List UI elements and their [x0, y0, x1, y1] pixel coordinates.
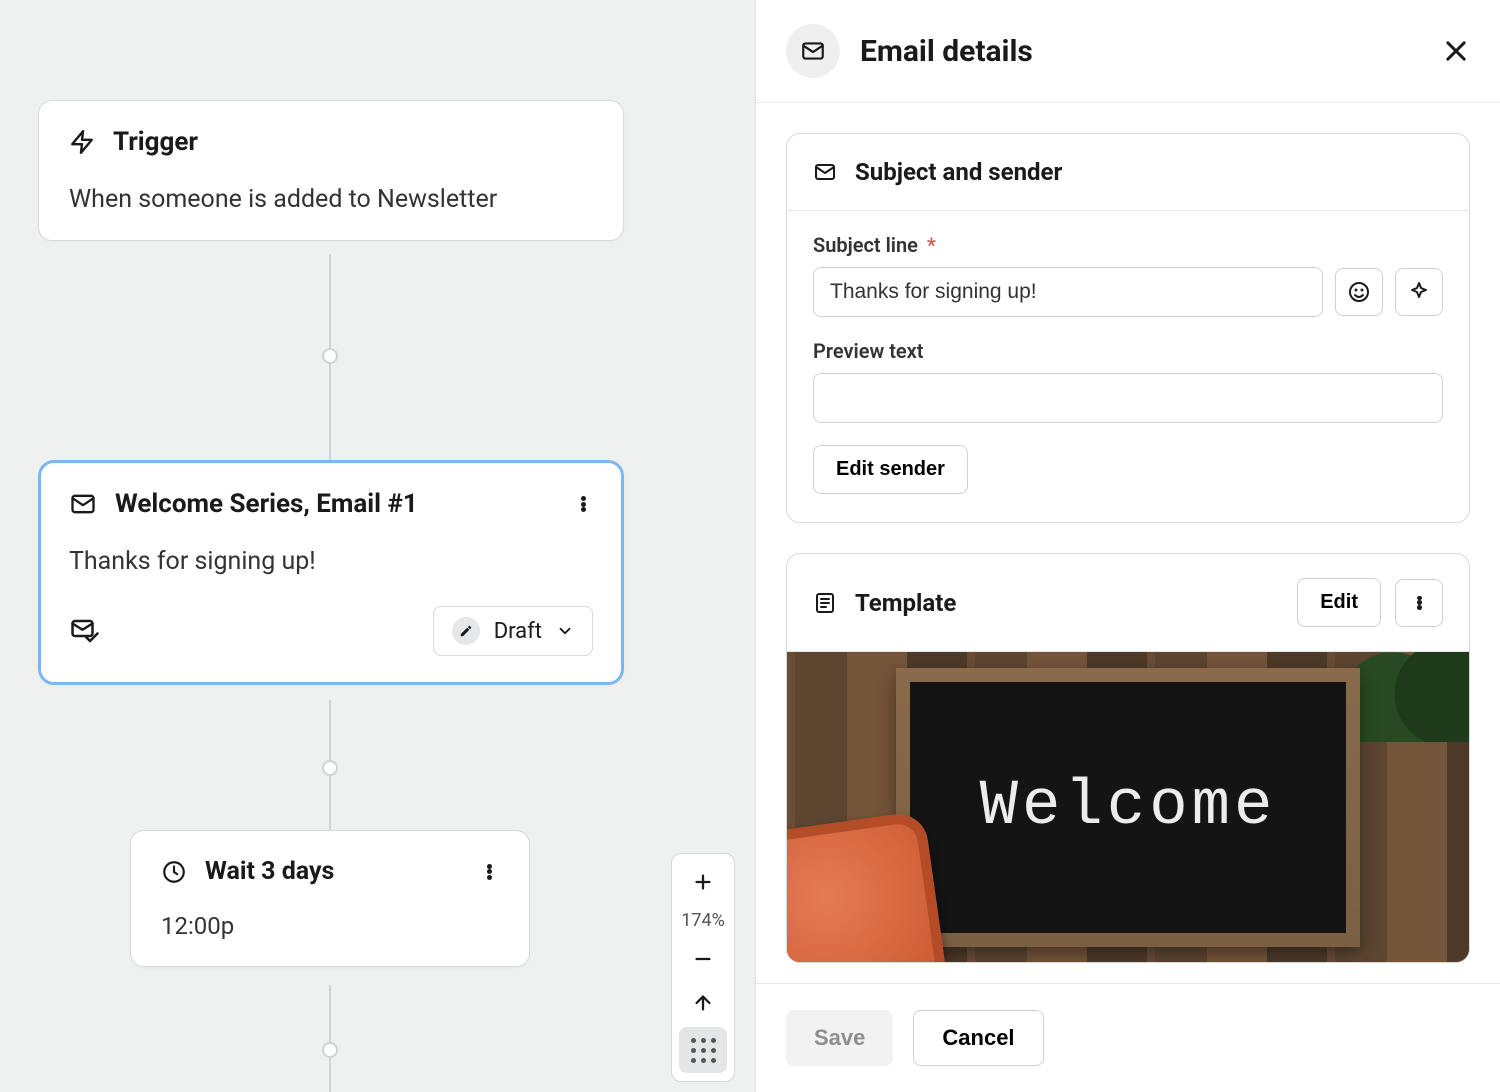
ai-sparkle-button[interactable] [1395, 268, 1443, 316]
trigger-description: When someone is added to Newsletter [69, 185, 593, 214]
mail-icon [786, 24, 840, 78]
zoom-in-button[interactable] [679, 862, 727, 902]
trigger-title: Trigger [113, 127, 198, 157]
mail-check-icon [69, 615, 101, 647]
mail-icon [69, 490, 97, 518]
template-section: Template Edit Welcome [786, 553, 1470, 963]
required-indicator: * [927, 233, 936, 257]
mail-icon [813, 160, 837, 184]
emoji-button[interactable] [1335, 268, 1383, 316]
section-title: Subject and sender [855, 158, 1062, 186]
panel-header: Email details [756, 0, 1500, 103]
template-welcome-text: Welcome [910, 682, 1346, 933]
edit-sender-button[interactable]: Edit sender [813, 445, 968, 494]
grid-icon [691, 1038, 716, 1063]
subject-sender-section: Subject and sender Subject line * Previe… [786, 133, 1470, 523]
email-details-panel: Email details Subject and sender Subject… [755, 0, 1500, 1092]
bolt-icon [69, 129, 95, 155]
template-preview[interactable]: Welcome [787, 652, 1469, 962]
trigger-card[interactable]: Trigger When someone is added to Newslet… [38, 100, 624, 241]
cancel-button[interactable]: Cancel [913, 1010, 1043, 1066]
template-icon [813, 591, 837, 615]
zoom-fit-button[interactable] [679, 1027, 727, 1073]
flow-canvas[interactable]: Trigger When someone is added to Newslet… [0, 0, 755, 1092]
wait-step-time: 12:00p [161, 912, 499, 940]
section-title: Template [855, 589, 956, 617]
panel-title: Email details [860, 34, 1033, 69]
preview-text-label: Preview text [813, 339, 1443, 363]
clock-icon [161, 859, 187, 885]
email-step-title: Welcome Series, Email #1 [115, 489, 418, 519]
zoom-level: 174% [681, 906, 725, 935]
edit-template-button[interactable]: Edit [1297, 578, 1381, 627]
flow-add-node[interactable] [322, 760, 338, 776]
panel-footer: Save Cancel [756, 983, 1500, 1092]
subject-input[interactable] [813, 267, 1323, 317]
preview-text-input[interactable] [813, 373, 1443, 423]
wait-step-more-button[interactable] [479, 862, 499, 882]
save-button[interactable]: Save [786, 1010, 893, 1066]
flow-add-node[interactable] [322, 1042, 338, 1058]
pencil-icon [452, 617, 480, 645]
subject-label: Subject line [813, 233, 918, 257]
zoom-out-button[interactable] [679, 939, 727, 979]
close-button[interactable] [1442, 37, 1470, 65]
email-status-label: Draft [494, 619, 542, 644]
email-status-select[interactable]: Draft [433, 606, 593, 656]
email-step-more-button[interactable] [573, 494, 593, 514]
template-more-button[interactable] [1395, 579, 1443, 627]
zoom-controls: 174% [671, 853, 735, 1082]
zoom-reset-button[interactable] [679, 983, 727, 1023]
wait-step-title: Wait 3 days [205, 857, 334, 886]
wait-step-card[interactable]: Wait 3 days 12:00p [130, 830, 530, 967]
flow-connector [329, 985, 331, 1092]
flow-add-node[interactable] [322, 348, 338, 364]
email-step-card[interactable]: Welcome Series, Email #1 Thanks for sign… [38, 460, 624, 685]
chevron-down-icon [556, 622, 574, 640]
email-step-subject: Thanks for signing up! [69, 547, 593, 576]
